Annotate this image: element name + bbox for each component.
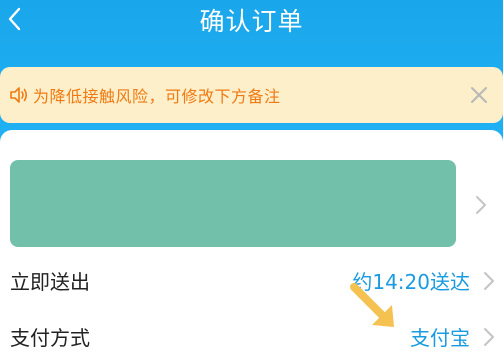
- close-button[interactable]: [465, 81, 493, 109]
- page-title: 确认订单: [199, 7, 304, 36]
- annotation-arrow-icon: [350, 283, 394, 327]
- redacted-address: [10, 160, 456, 247]
- payment-value: 支付宝: [410, 326, 470, 350]
- payment-label: 支付方式: [10, 326, 90, 350]
- delivery-time-row[interactable]: 立即送出 约14:20送达: [0, 260, 503, 304]
- header-bar: 确认订单: [0, 0, 503, 38]
- notice-banner: 为降低接触风险，可修改下方备注: [0, 67, 503, 123]
- close-icon: [471, 87, 487, 103]
- chevron-right-icon: [484, 272, 494, 290]
- address-row[interactable]: [0, 160, 503, 250]
- notice-text: 为降低接触风险，可修改下方备注: [33, 87, 281, 106]
- chevron-right-icon: [476, 196, 486, 214]
- payment-method-row[interactable]: 支付方式 支付宝: [0, 316, 503, 353]
- order-card: 立即送出 约14:20送达 支付方式 支付宝: [0, 130, 503, 353]
- chevron-right-icon: [484, 328, 494, 346]
- delivery-label: 立即送出: [10, 270, 90, 294]
- speaker-icon: [9, 85, 29, 105]
